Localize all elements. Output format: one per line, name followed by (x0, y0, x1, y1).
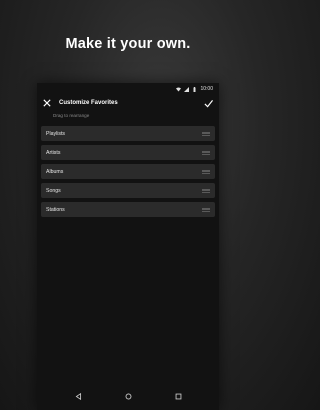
recents-icon[interactable] (175, 393, 182, 400)
signal-icon (184, 86, 190, 92)
favorite-item-albums[interactable]: Albums (41, 164, 215, 179)
drag-hint: Drag to rearrange (53, 113, 90, 118)
status-bar: 10:00 (37, 83, 219, 95)
check-icon[interactable] (204, 99, 213, 108)
wifi-icon (176, 87, 182, 91)
drag-handle-icon[interactable] (202, 188, 210, 193)
app-bar: Customize Favorites (37, 95, 219, 111)
status-time: 10:00 (200, 86, 213, 92)
favorite-item-label: Albums (46, 168, 64, 175)
favorite-item-label: Songs (46, 187, 61, 194)
favorite-item-songs[interactable]: Songs (41, 183, 215, 198)
back-icon[interactable] (75, 392, 82, 400)
drag-handle-icon[interactable] (202, 131, 210, 136)
drag-handle-icon[interactable] (202, 207, 210, 212)
screen-title: Customize Favorites (59, 100, 118, 106)
favorite-item-playlists[interactable]: Playlists (41, 126, 215, 141)
favorites-list: Playlists Artists Albums Songs Stations (37, 123, 219, 217)
favorite-item-artists[interactable]: Artists (41, 145, 215, 160)
promo-headline: Make it your own. (65, 36, 191, 52)
battery-icon (193, 86, 196, 92)
close-icon[interactable] (43, 99, 51, 107)
favorite-item-stations[interactable]: Stations (41, 202, 215, 217)
favorite-item-label: Playlists (46, 130, 66, 137)
favorite-item-label: Stations (46, 206, 65, 213)
favorite-item-label: Artists (46, 149, 61, 156)
system-nav-bar (37, 382, 219, 410)
drag-handle-icon[interactable] (202, 169, 210, 174)
home-icon[interactable] (125, 393, 132, 400)
drag-handle-icon[interactable] (202, 150, 210, 155)
device-screen: 10:00 Customize Favorites Drag to rearra… (37, 83, 219, 410)
